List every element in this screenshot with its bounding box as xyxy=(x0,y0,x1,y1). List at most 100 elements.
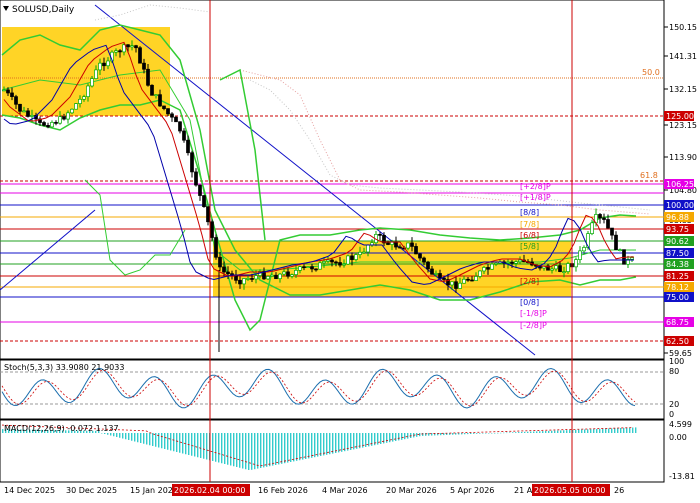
candle-body xyxy=(42,122,46,126)
candle-body xyxy=(178,121,182,132)
candle-body xyxy=(174,116,178,123)
macd-histogram-bar xyxy=(323,433,325,456)
candle-body xyxy=(322,261,326,264)
macd-histogram-bar xyxy=(536,431,538,433)
macd-histogram-bar xyxy=(566,430,568,433)
envelope-line xyxy=(84,179,186,276)
macd-histogram-bar xyxy=(548,430,550,433)
candle-body xyxy=(146,68,150,86)
stochastic-main-line xyxy=(1,367,636,409)
macd-histogram-bar xyxy=(296,433,298,461)
candle-body xyxy=(410,242,414,247)
macd-histogram-bar xyxy=(512,432,514,433)
trading-chart[interactable]: SOLUSD,Daily Stoch(5,3,3) 33.9080 21.903… xyxy=(0,0,700,500)
candle-body xyxy=(150,84,154,96)
macd-histogram-bar xyxy=(575,429,577,433)
macd-histogram-bar xyxy=(416,433,418,437)
macd-histogram-bar xyxy=(269,433,271,467)
price-scale-label: 123.15 xyxy=(669,121,697,130)
candle-body xyxy=(462,278,466,284)
macd-histogram-bar xyxy=(179,433,181,453)
macd-histogram-bar xyxy=(461,433,463,435)
candle-body xyxy=(246,278,250,280)
macd-histogram-bar xyxy=(122,433,124,439)
macd-histogram-bar xyxy=(257,433,259,469)
candle-body xyxy=(314,268,318,271)
candle-body xyxy=(114,50,118,53)
price-badge-text: 106.25 xyxy=(666,180,694,189)
candle-body xyxy=(358,251,362,255)
date-axis-label: 21 A xyxy=(514,486,533,495)
candle-body xyxy=(222,266,226,273)
indicator-scale-label: -13.81 xyxy=(669,472,695,481)
macd-histogram-bar xyxy=(332,433,334,454)
candle-body xyxy=(102,62,106,67)
candle-body xyxy=(342,263,346,266)
candle-body xyxy=(490,263,494,270)
candle-body xyxy=(554,265,558,270)
price-badge-text: 81.25 xyxy=(666,272,689,281)
macd-label: MACD(12,26,9) -0.072 1.137 xyxy=(4,424,119,433)
macd-histogram-bar xyxy=(104,433,106,434)
fib-level-label: 61.8 xyxy=(640,171,658,180)
candle-body xyxy=(186,139,190,154)
murrey-level-label: [-1/8]P xyxy=(520,309,547,318)
macd-histogram-bar xyxy=(272,433,274,466)
macd-histogram-bar xyxy=(479,433,481,434)
macd-histogram-bar xyxy=(338,433,340,453)
candle-body xyxy=(10,92,14,97)
murrey-level-label: [0/8] xyxy=(520,298,539,307)
candle-body xyxy=(442,277,446,280)
indicator-scale-label: 0 xyxy=(669,410,674,419)
macd-histogram-bar xyxy=(497,432,499,434)
macd-histogram-bar xyxy=(290,433,292,462)
candle-body xyxy=(62,116,66,120)
macd-histogram-bar xyxy=(119,433,121,438)
candle-body xyxy=(386,242,390,245)
candle-body xyxy=(378,234,382,236)
candle-body xyxy=(430,268,434,275)
macd-histogram-bar xyxy=(377,433,379,445)
candle-body xyxy=(54,122,58,124)
macd-histogram-bar xyxy=(623,427,625,433)
macd-histogram-bar xyxy=(275,433,277,465)
murrey-level-label: [5/8] xyxy=(520,242,539,251)
macd-histogram-bar xyxy=(152,433,154,446)
cloud-line xyxy=(94,4,211,21)
macd-histogram-bar xyxy=(527,431,529,433)
candle-body xyxy=(362,251,366,254)
candle-body xyxy=(166,108,170,115)
candle-body xyxy=(142,62,146,70)
candle-body xyxy=(206,206,210,223)
indicator-scale-label: 100 xyxy=(669,357,684,366)
macd-histogram-bar xyxy=(203,433,205,459)
price-badge-text: 62.50 xyxy=(666,337,689,346)
chart-canvas[interactable]: SOLUSD,Daily Stoch(5,3,3) 33.9080 21.903… xyxy=(0,0,700,500)
candle-body xyxy=(210,221,214,238)
macd-histogram-bar xyxy=(383,433,385,444)
candle-body xyxy=(298,266,302,271)
macd-histogram-bar xyxy=(161,433,163,449)
price-scale-label: 141.31 xyxy=(669,52,697,61)
macd-histogram-bar xyxy=(626,427,628,433)
candle-body xyxy=(18,103,22,112)
macd-histogram-bar xyxy=(218,433,220,463)
candle-body xyxy=(414,246,418,255)
price-badge-text: 84.38 xyxy=(666,260,689,269)
price-badge-text: 125.00 xyxy=(666,112,694,121)
macd-histogram-bar xyxy=(353,433,355,450)
macd-histogram-bar xyxy=(515,432,517,433)
trend-line xyxy=(94,4,536,356)
macd-histogram-bar xyxy=(101,433,103,434)
macd-histogram-bar xyxy=(602,428,604,433)
candle-body xyxy=(326,259,330,262)
macd-histogram-bar xyxy=(503,432,505,434)
macd-histogram-bar xyxy=(545,431,547,433)
macd-histogram-bar xyxy=(635,427,637,433)
candle-body xyxy=(558,265,562,272)
macd-histogram-bar xyxy=(146,433,148,445)
price-scale-label: 132.15 xyxy=(669,85,697,94)
murrey-level-label: [6/8] xyxy=(520,231,539,240)
candle-body xyxy=(266,276,270,280)
candle-body xyxy=(70,108,74,114)
